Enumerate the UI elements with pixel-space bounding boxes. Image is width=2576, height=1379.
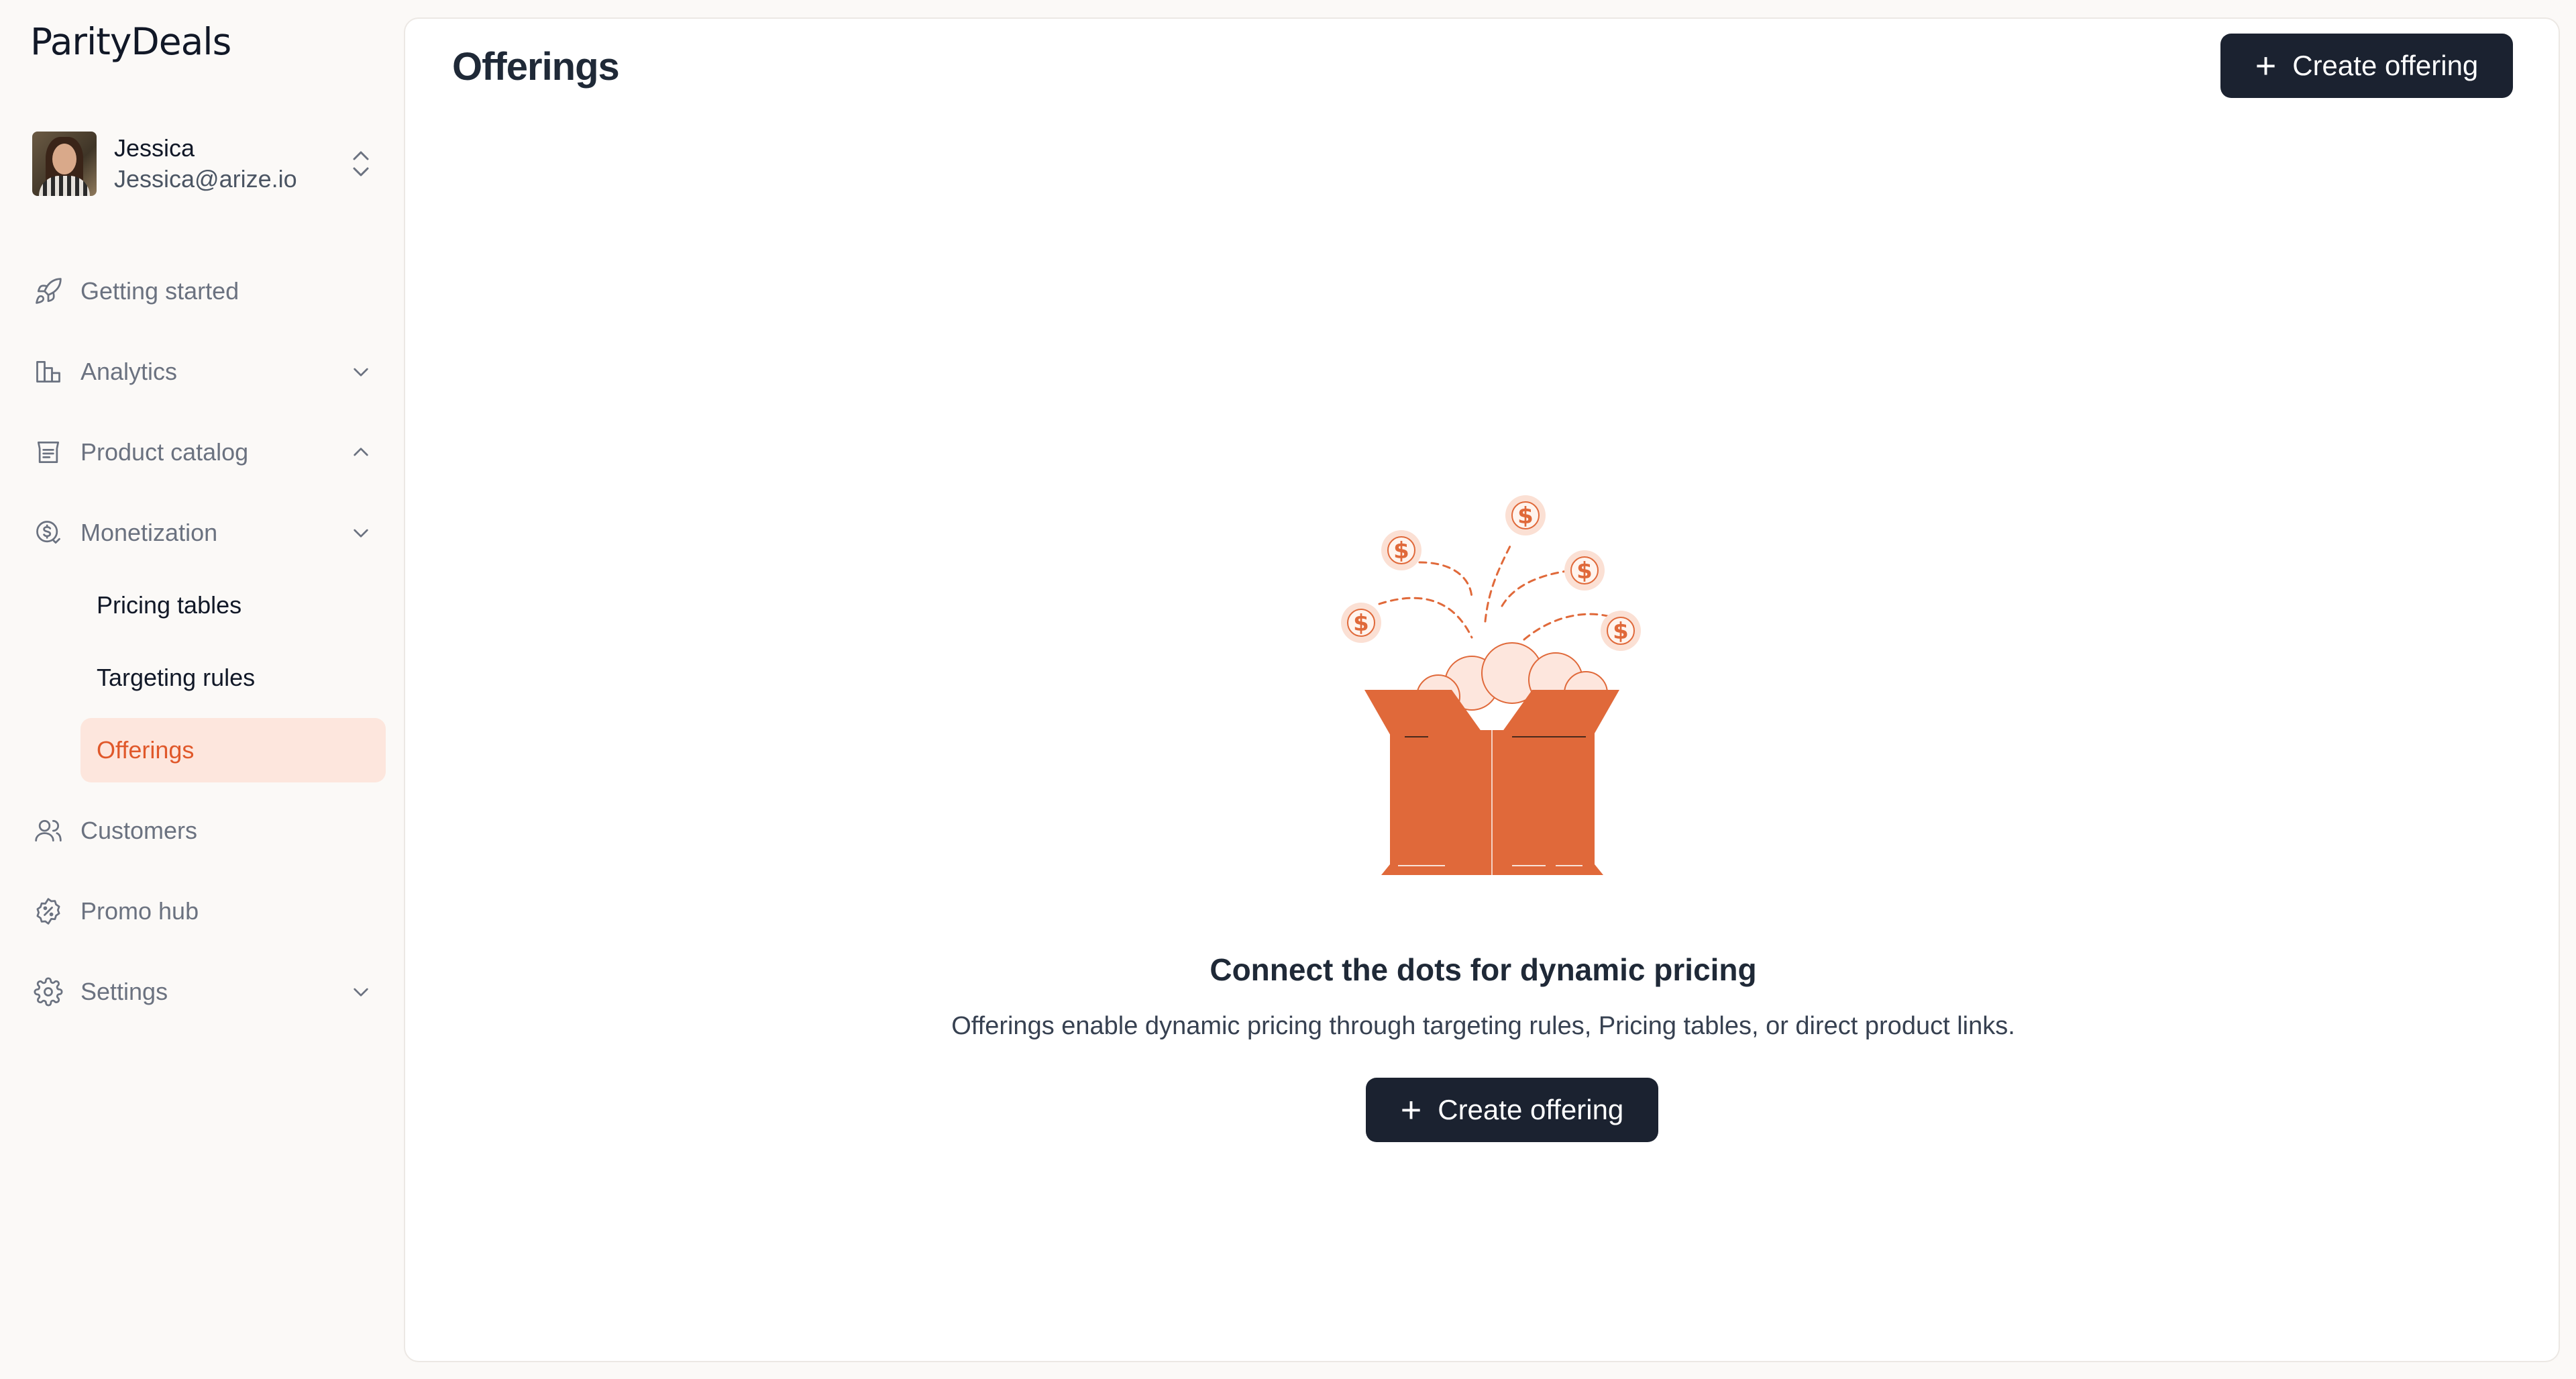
sidebar-item-label: Analytics [80, 358, 178, 385]
rocket-icon [32, 275, 64, 307]
sidebar-item-promo-hub[interactable]: Promo hub [32, 891, 374, 931]
sidebar-item-label: Monetization [80, 519, 218, 546]
user-profile-switcher[interactable]: Jessica Jessica@arize.io [32, 131, 374, 197]
sidebar-subitem-pricing-tables[interactable]: Pricing tables [80, 573, 386, 637]
sidebar-item-label: Promo hub [80, 897, 199, 925]
sidebar: ParityDeals Jessica Jessica@arize.io Get… [0, 0, 402, 1379]
profile-email: Jessica@arize.io [114, 165, 297, 193]
coin-icon: $ [1381, 530, 1421, 570]
users-icon [32, 815, 64, 847]
plus-icon: + [1400, 1090, 1422, 1130]
empty-state-create-offering-button[interactable]: + Create offering [1366, 1078, 1658, 1142]
sidebar-item-label: Getting started [80, 277, 239, 305]
svg-text:$: $ [1393, 538, 1409, 564]
svg-text:$: $ [1353, 610, 1369, 637]
main-panel: Offerings + Create offering $ $ $ $ $ Co… [404, 17, 2560, 1362]
create-offering-button[interactable]: + Create offering [2220, 34, 2513, 98]
sidebar-item-analytics[interactable]: Analytics [32, 352, 374, 392]
chevron-up-down-icon[interactable] [347, 144, 374, 184]
catalog-icon [32, 436, 64, 468]
empty-state-title: Connect the dots for dynamic pricing [1210, 952, 1757, 987]
coin-icon: $ [1341, 603, 1381, 643]
sidebar-item-settings[interactable]: Settings [32, 972, 374, 1012]
coin-icon: $ [1505, 495, 1546, 535]
money-icon [32, 517, 64, 549]
sidebar-item-label: Customers [80, 817, 198, 844]
sidebar-item-product-catalog[interactable]: Product catalog [32, 432, 374, 472]
empty-state-description: Offerings enable dynamic pricing through… [951, 1012, 2015, 1040]
chevron-up-icon [347, 439, 374, 466]
coin-icon: $ [1564, 550, 1605, 591]
plus-icon: + [2255, 46, 2277, 86]
sidebar-item-customers[interactable]: Customers [32, 811, 374, 851]
profile-name: Jessica [114, 134, 195, 162]
chevron-down-icon [347, 978, 374, 1005]
sidebar-item-monetization[interactable]: Monetization [32, 513, 374, 553]
coin-icon: $ [1601, 611, 1641, 651]
svg-text:$: $ [1613, 618, 1629, 645]
page-title: Offerings [452, 45, 620, 89]
svg-text:$: $ [1576, 558, 1593, 584]
chevron-down-icon [347, 519, 374, 546]
sidebar-item-label: Settings [80, 978, 168, 1005]
empty-state-illustration: $ $ $ $ $ [1311, 462, 1780, 891]
sidebar-item-label: Product catalog [80, 438, 249, 466]
create-offering-label: Create offering [1438, 1094, 1624, 1125]
profile-text: Jessica Jessica@arize.io [114, 133, 347, 195]
chart-bar-icon [32, 356, 64, 388]
badge-percent-icon [32, 895, 64, 927]
chevron-down-icon [347, 358, 374, 385]
create-offering-label: Create offering [2292, 50, 2479, 81]
sidebar-subitem-offerings[interactable]: Offerings [80, 718, 386, 782]
sidebar-item-getting-started[interactable]: Getting started [32, 271, 374, 311]
gear-icon [32, 976, 64, 1008]
brand-logo[interactable]: ParityDeals [30, 20, 231, 63]
sidebar-subitem-targeting-rules[interactable]: Targeting rules [80, 646, 386, 710]
svg-text:$: $ [1517, 503, 1534, 529]
avatar [32, 132, 97, 196]
